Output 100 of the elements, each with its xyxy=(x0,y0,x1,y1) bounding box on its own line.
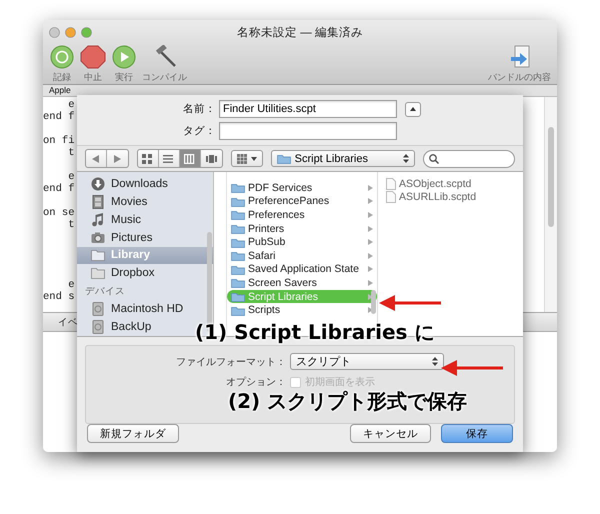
code-line: end f xyxy=(43,111,75,123)
sidebar-item[interactable]: Dropbox xyxy=(77,264,160,282)
disclosure-arrow-icon xyxy=(368,184,373,191)
bundle-icon xyxy=(508,45,530,69)
stepper-arrows-icon xyxy=(403,154,410,164)
folder-icon xyxy=(231,182,245,194)
folder-item[interactable]: Safari xyxy=(227,248,377,263)
disclosure-arrow-icon xyxy=(368,198,373,204)
column-view-icon xyxy=(184,154,196,164)
back-icon xyxy=(92,154,100,163)
code-line: end s xyxy=(43,291,75,303)
code-line: t xyxy=(67,147,75,159)
sidebar-section-heading: デバイス xyxy=(84,285,126,300)
scrollbar[interactable] xyxy=(371,290,376,314)
search-icon xyxy=(429,154,440,164)
arrange-button[interactable] xyxy=(230,150,263,168)
file-item[interactable]: ASURLLib.scptd xyxy=(378,190,523,204)
caret-up-icon xyxy=(410,107,416,112)
tags-field[interactable] xyxy=(219,122,397,140)
code-line: e xyxy=(67,99,75,111)
file-item[interactable]: ASObject.scptd xyxy=(378,177,523,191)
music-note-icon xyxy=(91,212,105,227)
save-button[interactable]: 保存 xyxy=(441,424,513,443)
navigation-buttons[interactable] xyxy=(85,149,129,168)
folder-icon xyxy=(231,223,245,234)
folder-icon xyxy=(231,250,245,262)
folder-icon xyxy=(231,291,245,302)
code-line: on fi xyxy=(43,135,75,147)
folder-icon xyxy=(231,236,245,248)
disclosure-arrow-icon xyxy=(368,280,373,286)
cancel-button[interactable]: キャンセル xyxy=(350,424,431,443)
file-format-label: ファイルフォーマット： xyxy=(175,356,287,368)
folder-item[interactable]: Saved Application State xyxy=(227,262,377,276)
location-popup[interactable]: Script Libraries xyxy=(270,150,416,168)
sidebar-item[interactable]: Macintosh HD xyxy=(77,300,190,318)
minimize-button[interactable] xyxy=(65,26,76,38)
sidebar-item[interactable]: Pictures xyxy=(77,228,159,246)
folder-item[interactable]: Preferences xyxy=(227,208,377,222)
folder-icon xyxy=(276,153,291,164)
folder-item[interactable]: PDF Services xyxy=(227,181,377,195)
code-line: end f xyxy=(43,183,75,195)
folder-icon xyxy=(91,266,105,280)
script-file-icon xyxy=(386,191,396,204)
sidebar-item[interactable]: Music xyxy=(77,210,148,229)
disclosure-arrow-icon xyxy=(368,226,373,232)
folder-icon xyxy=(91,248,105,262)
file-format-popup[interactable]: スクリプト xyxy=(290,353,444,370)
disclosure-arrow-icon xyxy=(368,239,373,246)
folder-item[interactable]: PreferencePanes xyxy=(227,194,377,208)
sidebar-item[interactable]: Movies xyxy=(77,192,154,211)
arrow-icon xyxy=(441,360,503,376)
arrow-icon xyxy=(379,295,441,311)
folder-icon xyxy=(231,196,245,207)
name-field[interactable]: Finder Utilities.scpt xyxy=(219,100,397,118)
event-log-tab[interactable]: イベ xyxy=(58,316,78,328)
code-line: on se xyxy=(43,207,75,219)
annotation-text: (1) Script Libraries に xyxy=(195,321,434,343)
toolbar-stop-button[interactable]: 中止 xyxy=(80,45,106,84)
search-field[interactable] xyxy=(423,150,515,168)
icon-view-icon xyxy=(142,154,154,164)
folder-item[interactable]: Printers xyxy=(227,222,377,236)
disclosure-arrow-icon xyxy=(368,252,373,259)
cover-flow-view-icon xyxy=(206,154,217,164)
folder-icon xyxy=(231,264,245,275)
zoom-button[interactable] xyxy=(81,26,92,38)
camera-icon xyxy=(91,230,105,245)
hard-drive-icon xyxy=(91,302,105,316)
download-icon xyxy=(91,176,105,191)
toolbar-compile-button[interactable]: コンパイル xyxy=(142,45,187,84)
collapse-button[interactable] xyxy=(405,102,421,117)
folder-item[interactable]: Screen Savers xyxy=(227,276,377,290)
annotation-text: (2) スクリプト形式で保存 xyxy=(228,390,468,412)
code-line: t xyxy=(67,219,75,231)
code-line: e xyxy=(67,279,75,291)
close-button[interactable] xyxy=(49,26,60,38)
toolbar-run-button[interactable]: 実行 xyxy=(111,45,137,84)
tags-label: タグ： xyxy=(182,124,217,138)
film-icon xyxy=(91,194,105,209)
folder-item[interactable]: PubSub xyxy=(227,235,377,249)
view-mode-control[interactable] xyxy=(136,149,223,168)
toolbar-record-button[interactable]: 記録 xyxy=(49,45,75,84)
script-file-icon xyxy=(386,178,396,190)
caret-down-icon xyxy=(250,156,257,161)
code-line: e xyxy=(67,171,75,183)
sidebar-item[interactable]: BackUp xyxy=(77,318,158,336)
window-title: 名称未設定 — 編集済み xyxy=(237,26,363,40)
disclosure-arrow-icon xyxy=(368,212,373,218)
bundle-contents-button[interactable]: バンドルの内容 xyxy=(488,45,551,84)
forward-icon xyxy=(114,154,121,163)
folder-icon xyxy=(231,209,245,220)
view-mode-button[interactable] xyxy=(180,150,201,168)
grid-icon xyxy=(236,154,247,164)
name-label: 名前： xyxy=(182,102,217,116)
record-icon xyxy=(49,45,75,69)
stop-icon xyxy=(80,45,106,69)
folder-item[interactable]: Scripts xyxy=(227,303,377,317)
scrollbar[interactable] xyxy=(544,97,557,312)
options-label: オプション： xyxy=(225,376,287,389)
new-folder-button[interactable]: 新規フォルダ xyxy=(87,424,179,443)
sidebar-item[interactable]: Downloads xyxy=(77,175,174,193)
